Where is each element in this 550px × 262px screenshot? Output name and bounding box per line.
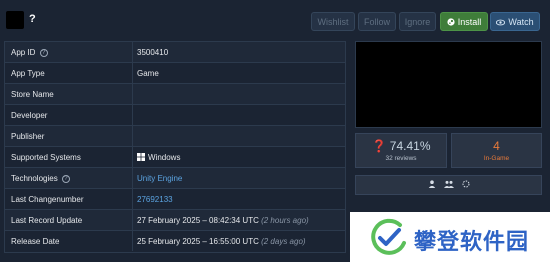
table-row: Supported Systems Windows (5, 147, 345, 168)
steam-icon (447, 13, 455, 32)
row-label: Last Record Update (11, 216, 83, 225)
watermark-logo-icon (371, 218, 406, 255)
technology-link[interactable]: Unity Engine (137, 174, 182, 183)
ignore-label: Ignore (404, 17, 431, 27)
row-label: Developer (11, 111, 48, 120)
row-label: App ID ? (11, 48, 48, 57)
loading-icon[interactable] (462, 180, 470, 190)
relative-time: (2 hours ago) (261, 216, 309, 225)
row-label: Technologies ? (11, 174, 70, 183)
row-value: 3500410 (137, 48, 169, 57)
column-divider (132, 231, 133, 251)
question-icon: ❓ (371, 139, 387, 153)
ingame-stat[interactable]: 4 In-Game (451, 133, 542, 168)
release-time: 25 February 2025 – 16:55:00 UTC (137, 237, 259, 246)
ignore-button[interactable]: Ignore (399, 12, 436, 31)
review-percent: ❓ 74.41% (356, 139, 446, 153)
person-icon[interactable] (428, 180, 436, 190)
review-count: 32 reviews (385, 155, 417, 162)
row-value: Game (137, 69, 159, 78)
app-header: ? Wishlist Follow Ignore Install Watch (0, 0, 550, 40)
windows-icon (137, 153, 145, 161)
column-divider (132, 105, 133, 125)
watch-button[interactable]: Watch (490, 12, 540, 31)
column-divider (132, 189, 133, 209)
row-label: Publisher (11, 132, 45, 141)
app-header-image (355, 41, 542, 128)
table-row: Last Changenumber 27692133 (5, 189, 345, 210)
row-label-text: App ID (11, 48, 36, 57)
table-row: Store Name (5, 84, 345, 105)
wishlist-label: Wishlist (317, 17, 349, 27)
help-icon[interactable]: ? (61, 174, 70, 183)
app-title: ? (29, 13, 36, 25)
icon-bar (355, 175, 542, 195)
column-divider (132, 126, 133, 146)
table-row: Release Date 25 February 2025 – 16:55:00… (5, 231, 345, 252)
os-name: Windows (148, 153, 181, 162)
group-icon[interactable] (444, 180, 454, 190)
watermark: 攀登软件园 (350, 212, 550, 262)
row-label: Release Date (11, 237, 60, 246)
row-label: App Type (11, 69, 45, 78)
table-row: App ID ? 3500410 (5, 42, 345, 63)
row-value: Windows (137, 153, 180, 162)
table-row: App Type Game (5, 63, 345, 84)
watch-label: Watch (508, 17, 534, 27)
table-row: Technologies ? Unity Engine (5, 168, 345, 189)
follow-button[interactable]: Follow (358, 12, 396, 31)
app-icon (6, 11, 24, 29)
column-divider (132, 168, 133, 188)
update-time: 27 February 2025 – 08:42:34 UTC (137, 216, 259, 225)
column-divider (132, 63, 133, 83)
column-divider (132, 210, 133, 230)
table-row: Developer (5, 105, 345, 126)
row-label: Store Name (11, 90, 54, 99)
reviews-stat[interactable]: ❓ 74.41% 32 reviews (355, 133, 447, 168)
review-percent-value: 74.41% (389, 139, 431, 153)
table-row: Publisher (5, 126, 345, 147)
changenumber-link[interactable]: 27692133 (137, 195, 173, 204)
row-label-text: Technologies (11, 174, 58, 183)
eye-icon (496, 13, 506, 32)
row-value: 25 February 2025 – 16:55:00 UTC (2 days … (137, 237, 306, 246)
watermark-text: 攀登软件园 (414, 229, 530, 254)
column-divider (132, 42, 133, 62)
app-info-table: App ID ? 3500410 App Type Game Store Nam… (4, 41, 346, 253)
install-button[interactable]: Install (440, 12, 488, 31)
relative-time: (2 days ago) (261, 237, 306, 246)
column-divider (132, 147, 133, 167)
row-label: Supported Systems (11, 153, 81, 162)
ingame-count: 4 (493, 139, 500, 153)
ingame-label: In-Game (483, 155, 510, 162)
help-icon[interactable]: ? (39, 48, 48, 57)
column-divider (132, 84, 133, 104)
table-row: Last Record Update 27 February 2025 – 08… (5, 210, 345, 231)
follow-label: Follow (363, 17, 390, 27)
wishlist-button[interactable]: Wishlist (311, 12, 355, 31)
row-value: 27 February 2025 – 08:42:34 UTC (2 hours… (137, 216, 309, 225)
row-label: Last Changenumber (11, 195, 84, 204)
install-label: Install (457, 17, 482, 27)
